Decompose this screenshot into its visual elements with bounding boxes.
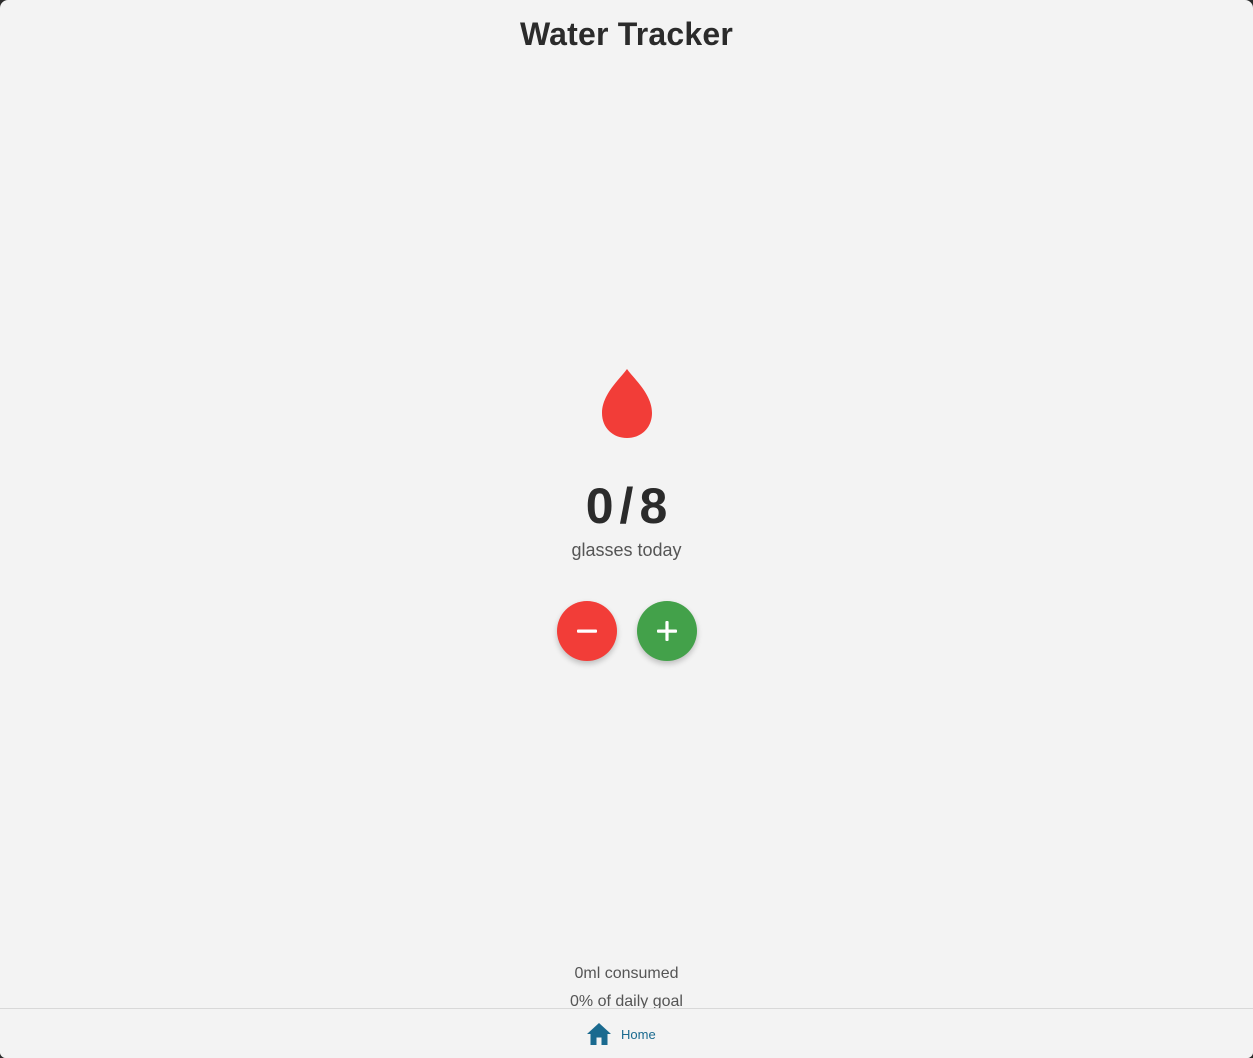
goal-glasses-value: 8 xyxy=(639,478,668,534)
plus-icon xyxy=(657,621,677,641)
home-icon xyxy=(587,1023,611,1045)
decrement-button[interactable] xyxy=(557,601,617,661)
glasses-count: 0/8 xyxy=(0,478,1253,534)
count-caption: glasses today xyxy=(571,540,682,560)
consumed-text: 0ml consumed xyxy=(574,965,679,982)
count-separator: / xyxy=(619,478,634,534)
nav-item-home[interactable]: Home xyxy=(586,1021,656,1047)
water-drop-icon xyxy=(602,369,652,438)
app-title: Water Tracker xyxy=(519,16,734,52)
minus-icon xyxy=(577,629,597,633)
current-glasses-value: 0 xyxy=(585,478,614,534)
increment-button[interactable] xyxy=(637,601,697,661)
bottom-navigation: Home xyxy=(0,1008,1253,1058)
nav-item-label: Home xyxy=(621,1026,656,1042)
app-window: Water Tracker 0/8 glasses today 0ml cons… xyxy=(0,0,1253,1058)
